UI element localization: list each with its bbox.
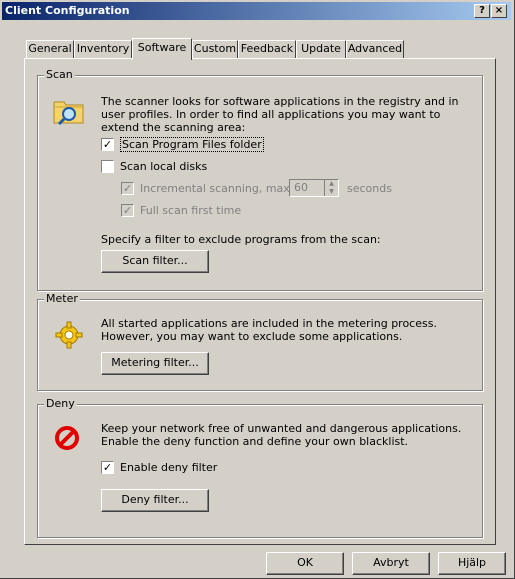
window-title: Client Configuration xyxy=(5,4,130,17)
meter-description: All started applications are included in… xyxy=(101,317,437,343)
enable-deny-filter-label: Enable deny filter xyxy=(120,461,218,474)
metering-filter-button[interactable]: Metering filter... xyxy=(101,352,209,375)
scan-program-files-option[interactable]: ✓ Scan Program Files folder xyxy=(101,137,264,152)
folder-search-icon xyxy=(52,96,86,129)
tab-feedback[interactable]: Feedback xyxy=(238,40,296,58)
meter-group-label: Meter xyxy=(44,292,80,305)
close-title-button[interactable]: × xyxy=(491,4,507,18)
spinner-arrows-icon[interactable]: ▲ ▼ xyxy=(324,180,338,196)
scan-program-files-checkbox[interactable]: ✓ xyxy=(101,138,114,151)
incremental-scanning-checkbox[interactable]: ✓ xyxy=(121,182,134,195)
tab-inventory[interactable]: Inventory xyxy=(74,40,132,58)
software-tab-panel: Scan The scanner looks for software appl… xyxy=(24,58,496,545)
tab-software[interactable]: Software xyxy=(132,38,192,60)
tab-advanced[interactable]: Advanced xyxy=(346,40,404,58)
scan-local-disks-checkbox[interactable] xyxy=(101,160,114,173)
scan-group: Scan The scanner looks for software appl… xyxy=(37,68,483,291)
tab-update[interactable]: Update xyxy=(296,40,346,58)
help-button[interactable]: Hjälp xyxy=(438,552,506,575)
no-entry-icon xyxy=(54,425,80,454)
max-seconds-value: 60 xyxy=(294,181,308,194)
scan-filter-button[interactable]: Scan filter... xyxy=(101,250,209,273)
scan-filter-text: Specify a filter to exclude programs fro… xyxy=(101,233,381,246)
ok-button[interactable]: OK xyxy=(266,552,344,575)
incremental-scanning-option[interactable]: ✓ Incremental scanning, max: xyxy=(121,182,294,196)
client-configuration-window: Client Configuration ? × General Invento… xyxy=(0,0,515,579)
full-scan-first-label: Full scan first time xyxy=(140,204,242,217)
deny-description: Keep your network free of unwanted and d… xyxy=(101,422,462,448)
gear-icon xyxy=(54,320,84,353)
incremental-scanning-label: Incremental scanning, max: xyxy=(140,182,294,195)
deny-group: Deny Keep your network free of unwanted … xyxy=(37,397,483,538)
help-title-button[interactable]: ? xyxy=(474,4,490,18)
max-seconds-spinner[interactable]: 60 ▲ ▼ xyxy=(289,179,339,197)
meter-group: Meter All started applications are inclu… xyxy=(37,292,483,391)
tab-general[interactable]: General xyxy=(26,40,74,58)
scan-group-label: Scan xyxy=(44,68,75,81)
seconds-label: seconds xyxy=(347,182,392,195)
enable-deny-filter-option[interactable]: ✓ Enable deny filter xyxy=(101,461,217,475)
scan-local-disks-label: Scan local disks xyxy=(120,160,208,173)
deny-group-label: Deny xyxy=(44,397,77,410)
cancel-button[interactable]: Avbryt xyxy=(352,552,430,575)
title-bar[interactable]: Client Configuration ? × xyxy=(2,2,511,20)
enable-deny-filter-checkbox[interactable]: ✓ xyxy=(101,461,114,474)
scan-program-files-label: Scan Program Files folder xyxy=(120,137,264,152)
tab-custom[interactable]: Custom xyxy=(192,40,238,58)
scan-local-disks-option[interactable]: Scan local disks xyxy=(101,160,207,174)
scan-description: The scanner looks for software applicati… xyxy=(101,95,459,134)
deny-filter-button[interactable]: Deny filter... xyxy=(101,489,209,512)
full-scan-first-option[interactable]: ✓ Full scan first time xyxy=(121,204,241,218)
full-scan-first-checkbox[interactable]: ✓ xyxy=(121,204,134,217)
